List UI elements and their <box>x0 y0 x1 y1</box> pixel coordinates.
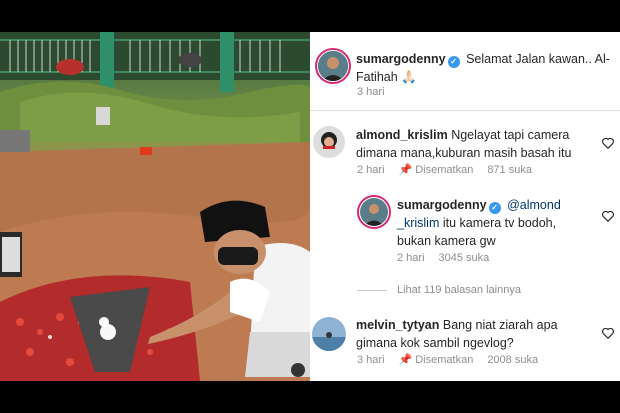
verified-badge-icon: ✓ <box>488 202 501 214</box>
letterbox-bottom <box>0 381 620 413</box>
view-replies-line <box>357 290 387 291</box>
cemetery-scene-image <box>0 32 310 381</box>
reply-text-block: sumargodenny ✓ @almond _krislim itu kamer… <box>397 196 593 250</box>
pinned-label: Disematkan <box>415 354 474 366</box>
comment-time: 2 hari <box>357 164 385 176</box>
view-more-replies-link[interactable]: Lihat 119 balasan lainnya <box>397 284 521 296</box>
pin-icon: 📌 <box>398 354 413 366</box>
comment-avatar-melvin[interactable] <box>312 317 346 351</box>
caption-divider <box>310 110 620 111</box>
letterbox-top <box>0 0 620 32</box>
heart-outline-icon[interactable] <box>601 136 615 150</box>
reply-time: 2 hari <box>397 252 425 264</box>
comment-username[interactable]: almond_krislim <box>356 128 448 142</box>
pinned-indicator: 📌 Disematkan <box>399 354 474 366</box>
comment-meta: 2 hari 📌 Disematkan 871 suka <box>357 163 546 176</box>
like-count[interactable]: 871 suka <box>487 164 532 176</box>
reply-username[interactable]: sumargodenny <box>397 198 487 212</box>
comment-meta: 3 hari 📌 Disematkan 2008 suka <box>357 353 552 366</box>
comment-username[interactable]: melvin_tytyan <box>356 318 439 332</box>
reply-meta: 2 hari 3045 suka <box>397 252 503 264</box>
praying-hands-emoji: 🙏🏻 <box>401 70 417 84</box>
pin-icon: 📌 <box>398 164 413 176</box>
comment-text-block: melvin_tytyan Bang niat ziarah apa giman… <box>356 316 596 352</box>
caption-author-avatar[interactable] <box>315 48 351 84</box>
comment-text-block: almond_krislim Ngelayat tapi camera dima… <box>356 126 596 162</box>
comment-time: 3 hari <box>357 354 385 366</box>
post-photo <box>0 32 310 381</box>
caption-username[interactable]: sumargodenny <box>356 52 446 66</box>
reply-like-count[interactable]: 3045 suka <box>439 252 490 264</box>
comment-avatar-almond[interactable] <box>313 126 345 158</box>
like-count[interactable]: 2008 suka <box>487 354 538 366</box>
pinned-label: Disematkan <box>415 164 474 176</box>
pinned-indicator: 📌 Disematkan <box>399 164 474 176</box>
reply-avatar-sumargodenny[interactable] <box>357 195 391 229</box>
heart-outline-icon[interactable] <box>601 326 615 340</box>
verified-badge-icon: ✓ <box>447 56 460 68</box>
heart-outline-icon[interactable] <box>601 209 615 223</box>
comments-panel: sumargodenny ✓ Selamat Jalan kawan.. Al-F… <box>310 32 620 381</box>
caption-time: 3 hari <box>357 86 385 98</box>
caption-meta: 3 hari <box>357 86 399 98</box>
caption-text-block: sumargodenny ✓ Selamat Jalan kawan.. Al-F… <box>356 50 614 86</box>
